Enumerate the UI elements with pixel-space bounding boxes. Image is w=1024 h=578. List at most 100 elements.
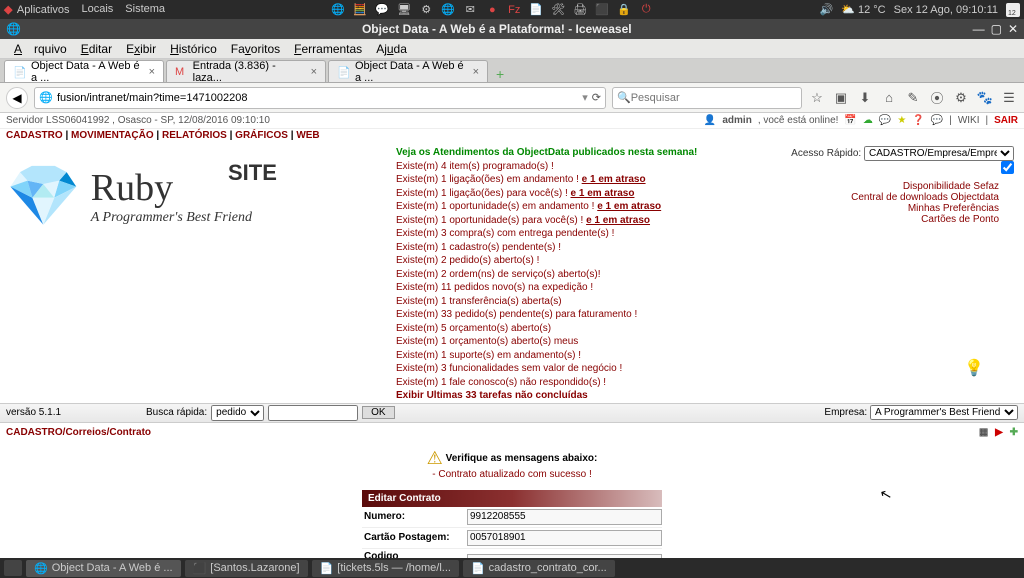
tab-2[interactable]: 📄 Object Data - A Web é a ... × xyxy=(328,60,488,82)
alert-line[interactable]: Existe(m) 1 orçamento(s) aberto(s) meus xyxy=(396,335,788,349)
dropdown-icon[interactable]: ▾ xyxy=(582,91,588,104)
terminal-icon[interactable]: ⬛ xyxy=(594,2,610,18)
alert-line[interactable]: Existe(m) 1 oportunidade(s) em andamento… xyxy=(396,200,788,214)
tab-close-icon[interactable]: × xyxy=(311,66,317,78)
quick-search-input[interactable] xyxy=(268,405,358,421)
alerts-title[interactable]: Veja os Atendimentos da ObjectData publi… xyxy=(396,146,788,160)
tool-icon[interactable]: 💬 xyxy=(931,115,943,126)
paw-icon[interactable]: 🐾 xyxy=(976,89,994,107)
tool-icon[interactable]: ❓ xyxy=(912,115,924,126)
search-bar[interactable]: 🔍 xyxy=(612,87,802,109)
quick-checkbox[interactable] xyxy=(1001,161,1014,174)
url-bar[interactable]: 🌐 ▾ ⟳ xyxy=(34,87,606,109)
ok-button[interactable]: OK xyxy=(362,406,394,419)
video-icon[interactable]: ▶ xyxy=(995,427,1003,438)
taskbar-item[interactable]: 📄[tickets.5ls — /home/l... xyxy=(312,560,459,577)
alert-line[interactable]: Existe(m) 2 ordem(ns) de serviço(s) aber… xyxy=(396,268,788,282)
settings-icon[interactable]: 🛠 xyxy=(550,2,566,18)
logout-link[interactable]: SAIR xyxy=(994,115,1018,126)
field-input[interactable] xyxy=(467,530,662,546)
alert-line[interactable]: Existe(m) 1 ligação(ões) em andamento ! … xyxy=(396,173,788,187)
quick-link[interactable]: Minhas Preferências xyxy=(788,203,1014,214)
menu-bookmarks[interactable]: Favoritos xyxy=(225,40,286,58)
tab-1[interactable]: M Entrada (3.836) - laza... × xyxy=(166,60,326,82)
quick-link[interactable]: Central de downloads Objectdata xyxy=(788,192,1014,203)
alerts-summary[interactable]: Exibir Ultimas 33 tarefas não concluídas xyxy=(396,389,788,403)
url-input[interactable] xyxy=(57,92,582,104)
downloads-icon[interactable]: ⬇ xyxy=(856,89,874,107)
taskbar-item[interactable]: ⬛[Santos.Lazarone] xyxy=(185,560,308,577)
nav-cadastro[interactable]: CADASTRO xyxy=(6,130,63,141)
applications-menu[interactable]: ◆ Aplicativos xyxy=(4,3,70,16)
taskbar-item[interactable]: 🌐Object Data - A Web é ... xyxy=(26,560,181,577)
maximize-button[interactable]: ▢ xyxy=(991,22,1002,36)
hamburger-icon[interactable]: ☰ xyxy=(1000,89,1018,107)
tool-icon[interactable]: ☁ xyxy=(863,115,873,126)
quick-link[interactable]: Disponibilidade Sefaz xyxy=(788,181,1014,192)
chat-icon[interactable]: 💬 xyxy=(374,2,390,18)
show-desktop-button[interactable] xyxy=(4,560,22,576)
menu-history[interactable]: Histórico xyxy=(164,40,223,58)
search-input[interactable] xyxy=(631,92,797,104)
menu-edit[interactable]: Editar xyxy=(75,40,118,58)
quick-access-select[interactable]: CADASTRO/Empresa/Empresa xyxy=(864,146,1014,161)
alert-line[interactable]: Existe(m) 5 orçamento(s) aberto(s) xyxy=(396,322,788,336)
globe-icon[interactable]: 🌐 xyxy=(440,2,456,18)
power-icon[interactable]: ⏻ xyxy=(638,2,654,18)
empresa-select[interactable]: A Programmer's Best Friend xyxy=(870,405,1018,420)
alert-line[interactable]: Existe(m) 1 ligação(ões) para você(s) ! … xyxy=(396,187,788,201)
alert-line[interactable]: Existe(m) 11 pedidos novo(s) na expediçã… xyxy=(396,281,788,295)
clock[interactable]: Sex 12 Ago, 09:10:11 xyxy=(894,4,998,16)
alert-line[interactable]: Existe(m) 2 pedido(s) aberto(s) ! xyxy=(396,254,788,268)
browser-icon[interactable]: 🌐 xyxy=(330,2,346,18)
home-icon[interactable]: ⌂ xyxy=(880,89,898,107)
mail-icon[interactable]: ✉ xyxy=(462,2,478,18)
alert-line[interactable]: Existe(m) 3 funcionalidades sem valor de… xyxy=(396,362,788,376)
nav-movimentacao[interactable]: MOVIMENTAÇÃO xyxy=(71,130,154,141)
nav-web[interactable]: WEB xyxy=(296,130,319,141)
tool-icon[interactable]: 📅 xyxy=(844,115,856,126)
alert-line[interactable]: Existe(m) 33 pedido(s) pendente(s) para … xyxy=(396,308,788,322)
alert-line[interactable]: Existe(m) 1 fale conosco(s) não respondi… xyxy=(396,376,788,390)
menu-view[interactable]: Exibir xyxy=(120,40,162,58)
bookmark-star-icon[interactable]: ☆ xyxy=(808,89,826,107)
site-identity-icon[interactable]: 🌐 xyxy=(39,91,53,105)
taskbar-item[interactable]: 📄cadastro_contrato_cor... xyxy=(463,560,615,577)
places-menu[interactable]: Locais xyxy=(82,3,114,16)
menu-tools[interactable]: Ferramentas xyxy=(288,40,368,58)
edit-icon[interactable]: ✎ xyxy=(904,89,922,107)
tool-icon[interactable]: ★ xyxy=(897,115,906,126)
lock-icon[interactable]: 🔒 xyxy=(616,2,632,18)
tab-close-icon[interactable]: × xyxy=(473,66,479,78)
new-tab-button[interactable]: + xyxy=(490,66,510,82)
close-button[interactable]: ✕ xyxy=(1008,22,1018,36)
alert-line[interactable]: Existe(m) 3 compra(s) com entrega penden… xyxy=(396,227,788,241)
filezilla-icon[interactable]: Fz xyxy=(506,2,522,18)
weather-indicator[interactable]: ⛅ 12 °C xyxy=(841,3,885,16)
alert-line[interactable]: Existe(m) 1 transferência(s) aberta(s) xyxy=(396,295,788,309)
print-icon[interactable]: 🖨 xyxy=(572,2,588,18)
quick-link[interactable]: Cartões de Ponto xyxy=(788,214,1014,225)
volume-icon[interactable]: 🔊 xyxy=(820,3,834,16)
back-button[interactable]: ◀ xyxy=(6,87,28,109)
sidebar-icon[interactable]: ▣ xyxy=(832,89,850,107)
system-menu[interactable]: Sistema xyxy=(125,3,165,16)
doc-icon[interactable]: 📄 xyxy=(528,2,544,18)
wiki-link[interactable]: WIKI xyxy=(958,115,980,126)
gear-icon[interactable]: ⚙ xyxy=(418,2,434,18)
field-input[interactable] xyxy=(467,509,662,525)
alert-line[interactable]: Existe(m) 4 item(s) programado(s) ! xyxy=(396,160,788,174)
feed-icon[interactable]: ⦿ xyxy=(928,89,946,107)
add-icon[interactable]: ✚ xyxy=(1010,427,1018,438)
menu-help[interactable]: Ajuda xyxy=(370,40,413,58)
alert-line[interactable]: Existe(m) 1 suporte(s) em andamento(s) ! xyxy=(396,349,788,363)
menu-file[interactable]: Arquivo xyxy=(8,40,73,58)
record-icon[interactable]: ● xyxy=(484,2,500,18)
addon-icon[interactable]: ⚙ xyxy=(952,89,970,107)
search-type-select[interactable]: pedido xyxy=(211,405,264,421)
minimize-button[interactable]: — xyxy=(973,22,985,36)
calendar-icon[interactable] xyxy=(1006,3,1020,17)
tool-icon[interactable]: 💬 xyxy=(879,115,891,126)
tab-close-icon[interactable]: × xyxy=(149,66,155,78)
nav-relatorios[interactable]: RELATÓRIOS xyxy=(162,130,227,141)
